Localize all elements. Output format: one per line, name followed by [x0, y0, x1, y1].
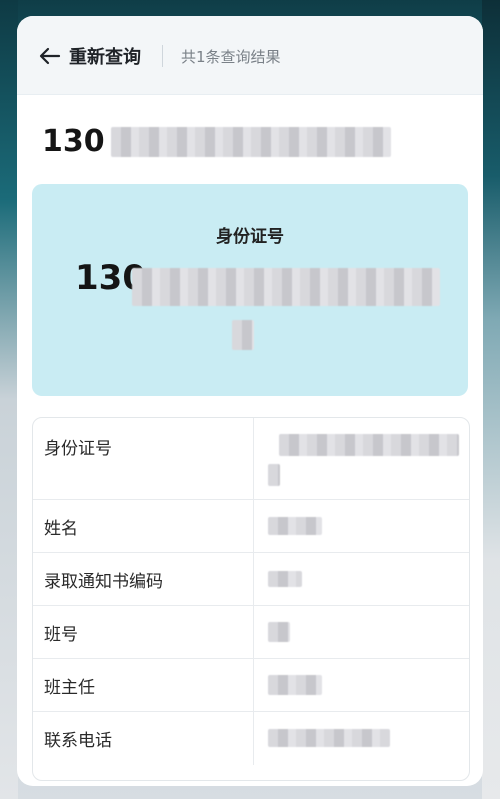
row-value-head-teacher	[254, 659, 469, 711]
top-bar: 重新查询 共1条查询结果	[17, 16, 483, 95]
background-left	[0, 0, 18, 799]
table-row: 班主任	[33, 659, 469, 712]
row-label-phone: 联系电话	[33, 712, 254, 765]
id-card: 身份证号 130	[32, 184, 468, 396]
header-divider	[162, 45, 163, 67]
record-id-prefix: 130	[42, 124, 105, 159]
background-right	[482, 0, 500, 799]
table-row: 录取通知书编码	[33, 553, 469, 606]
redacted-value	[268, 464, 280, 486]
result-sheet: 重新查询 共1条查询结果 130 身份证号 130 身份证号 姓名 录取通知书编…	[17, 16, 483, 786]
redacted-value	[268, 729, 390, 747]
record-id-heading: 130	[42, 124, 391, 159]
redacted-value	[268, 675, 322, 695]
result-count-text: 共1条查询结果	[181, 48, 281, 66]
table-row: 联系电话	[33, 712, 469, 765]
row-value-admission-code	[254, 553, 469, 605]
redacted-value	[268, 622, 290, 642]
row-value-phone	[254, 712, 469, 765]
redacted-value	[268, 571, 302, 587]
redacted-id-heading	[110, 126, 391, 157]
row-label-class-number: 班号	[33, 606, 254, 658]
redacted-card-id	[132, 268, 440, 306]
row-value-class-number	[254, 606, 469, 658]
table-row: 身份证号	[33, 418, 469, 500]
row-label-head-teacher: 班主任	[33, 659, 254, 711]
back-requery-button[interactable]: 重新查询	[39, 42, 141, 70]
table-row: 班号	[33, 606, 469, 659]
table-row: 姓名	[33, 500, 469, 553]
row-value-name	[254, 500, 469, 552]
card-id-label: 身份证号	[216, 227, 284, 247]
redacted-value	[279, 434, 459, 456]
row-label-name: 姓名	[33, 500, 254, 552]
row-value-id	[254, 418, 469, 499]
details-table: 身份证号 姓名 录取通知书编码 班号 班主任 联系电话	[32, 417, 470, 781]
back-requery-label: 重新查询	[69, 47, 141, 68]
row-label-id: 身份证号	[33, 418, 254, 499]
row-label-admission-code: 录取通知书编码	[33, 553, 254, 605]
arrow-left-icon	[39, 45, 61, 67]
redacted-card-id-tail	[232, 320, 254, 350]
redacted-value	[268, 517, 322, 535]
